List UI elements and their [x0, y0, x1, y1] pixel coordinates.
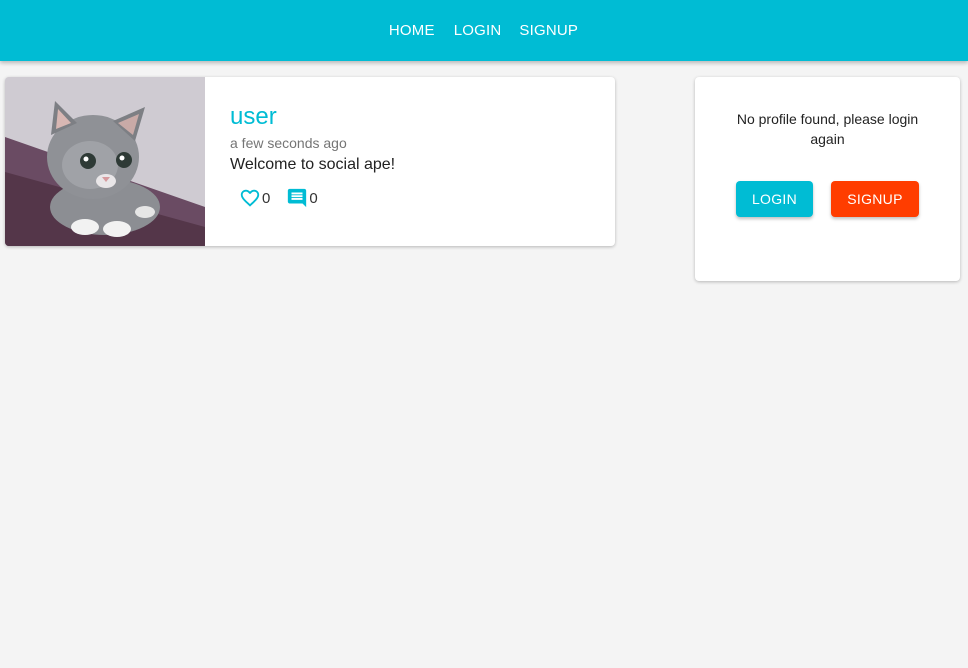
profile-card: No profile found, please login again LOG… [695, 77, 960, 281]
like-action: 0 [239, 187, 270, 209]
post-content: user a few seconds ago Welcome to social… [205, 77, 395, 246]
no-profile-message: No profile found, please login again [736, 111, 919, 147]
kitten-illustration [5, 77, 205, 246]
comment-count: 0 [309, 189, 318, 207]
nav-login-button[interactable]: LOGIN [445, 21, 511, 41]
post-body: Welcome to social ape! [230, 156, 396, 173]
nav-bar: HOME LOGIN SIGNUP [380, 21, 587, 41]
post-timestamp: a few seconds ago [230, 135, 347, 151]
post-image-kitten [5, 77, 205, 246]
post-username-link[interactable]: user [230, 102, 277, 132]
app-bar: HOME LOGIN SIGNUP [0, 0, 968, 61]
nav-home-button[interactable]: HOME [380, 21, 445, 41]
heart-outline-icon[interactable] [239, 187, 261, 209]
post-actions: 0 0 [239, 187, 395, 209]
comment-icon[interactable] [286, 187, 308, 209]
comment-action: 0 [286, 187, 318, 209]
signup-button[interactable]: SIGNUP [831, 181, 919, 217]
login-button[interactable]: LOGIN [736, 181, 813, 217]
post-card: user a few seconds ago Welcome to social… [5, 77, 615, 246]
like-count: 0 [262, 189, 271, 207]
nav-signup-button[interactable]: SIGNUP [510, 21, 587, 41]
